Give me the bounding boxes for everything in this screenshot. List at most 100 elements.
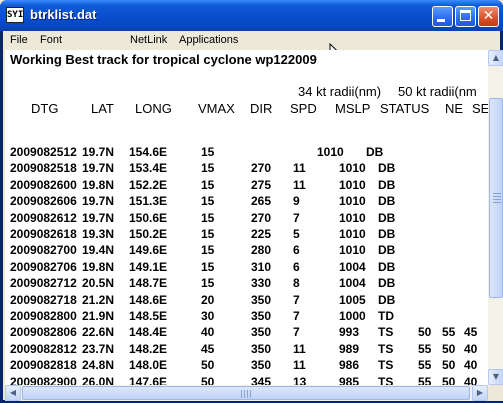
scroll-left-button[interactable]: ◀ bbox=[5, 385, 21, 401]
table-cell: 1004 bbox=[339, 276, 366, 290]
table-cell: 40 bbox=[464, 375, 478, 385]
table-cell: DB bbox=[378, 260, 396, 274]
table-cell: 5 bbox=[293, 227, 300, 241]
maximize-button[interactable] bbox=[455, 6, 476, 27]
table-cell: 986 bbox=[339, 358, 360, 372]
table-cell: 7 bbox=[293, 325, 300, 339]
scroll-up-button[interactable]: ▲ bbox=[488, 50, 503, 66]
table-cell: 19.7N bbox=[82, 145, 115, 159]
application-window: SYI btrklist.dat ✕ File Font NetLink App… bbox=[0, 0, 503, 403]
table-cell: DB bbox=[378, 211, 396, 225]
table-cell: 15 bbox=[201, 227, 215, 241]
scroll-down-button[interactable]: ▼ bbox=[488, 369, 503, 385]
text-view[interactable]: Working Best track for tropical cyclone … bbox=[5, 50, 488, 385]
table-cell: 50 bbox=[442, 358, 456, 372]
table-cell: 148.2E bbox=[129, 342, 168, 356]
table-cell: 225 bbox=[251, 227, 272, 241]
table-cell: 1010 bbox=[339, 227, 366, 241]
menu-file[interactable]: File bbox=[10, 34, 28, 46]
table-cell: 270 bbox=[251, 211, 272, 225]
table-cell: 40 bbox=[464, 358, 478, 372]
table-cell: 7 bbox=[293, 309, 300, 323]
table-cell: 1010 bbox=[339, 178, 366, 192]
vertical-scroll-thumb[interactable] bbox=[489, 98, 503, 298]
table-cell: 50 bbox=[201, 358, 215, 372]
table-cell: 6 bbox=[293, 243, 300, 257]
table-cell: 1010 bbox=[317, 145, 344, 159]
menu-font[interactable]: Font bbox=[40, 34, 62, 46]
table-cell: 149.6E bbox=[129, 243, 168, 257]
menu-applications[interactable]: Applications bbox=[179, 34, 238, 46]
table-cell: 9 bbox=[293, 194, 300, 208]
table-cell: TS bbox=[378, 342, 394, 356]
column-header: STATUS bbox=[380, 101, 430, 116]
table-cell: 40 bbox=[201, 325, 215, 339]
table-cell: 993 bbox=[339, 325, 360, 339]
menu-netlink[interactable]: NetLink bbox=[130, 34, 167, 46]
table-cell: 19.4N bbox=[82, 243, 115, 257]
scrollbar-corner bbox=[488, 385, 503, 401]
table-cell: TS bbox=[378, 358, 394, 372]
table-cell: DB bbox=[366, 145, 384, 159]
table-cell: 15 bbox=[201, 194, 215, 208]
table-cell: 280 bbox=[251, 243, 272, 257]
table-cell: 2009082712 bbox=[10, 276, 77, 290]
table-cell: 21.2N bbox=[82, 293, 115, 307]
window-title: btrklist.dat bbox=[30, 7, 97, 22]
table-cell: 15 bbox=[201, 243, 215, 257]
table-cell: 8 bbox=[293, 276, 300, 290]
table-cell: 148.0E bbox=[129, 358, 168, 372]
column-header: NE bbox=[445, 101, 464, 116]
table-cell: 989 bbox=[339, 342, 360, 356]
menu-bar: File Font NetLink Applications bbox=[3, 31, 500, 61]
table-cell: 19.8N bbox=[82, 178, 115, 192]
table-cell: 330 bbox=[251, 276, 272, 290]
radii-34kt-header: 34 kt radii(nm) bbox=[298, 84, 382, 99]
table-cell: 148.4E bbox=[129, 325, 168, 339]
title-bar[interactable]: SYI btrklist.dat ✕ bbox=[0, 0, 503, 31]
table-cell: 985 bbox=[339, 375, 360, 385]
grip-line bbox=[250, 390, 251, 398]
table-cell: 19.7N bbox=[82, 211, 115, 225]
vertical-scrollbar[interactable]: ▲ ▼ bbox=[488, 50, 503, 385]
table-cell: 2009082612 bbox=[10, 211, 77, 225]
horizontal-scrollbar[interactable]: ◀ ▶ bbox=[5, 385, 488, 401]
table-cell: 50 bbox=[442, 375, 456, 385]
maximize-icon bbox=[460, 10, 471, 21]
table-cell: 11 bbox=[293, 358, 306, 372]
table-cell: 2009082700 bbox=[10, 243, 77, 257]
close-icon: ✕ bbox=[482, 8, 495, 24]
table-cell: 2009082512 bbox=[10, 145, 77, 159]
table-cell: 1010 bbox=[339, 243, 366, 257]
table-cell: 55 bbox=[418, 342, 432, 356]
table-cell: 350 bbox=[251, 342, 272, 356]
table-cell: 15 bbox=[201, 276, 215, 290]
table-cell: 6 bbox=[293, 260, 300, 274]
table-cell: 15 bbox=[201, 178, 215, 192]
table-cell: 270 bbox=[251, 161, 272, 175]
grip-line bbox=[493, 199, 501, 200]
table-cell: DB bbox=[378, 161, 396, 175]
window-frame: File Font NetLink Applications Working B… bbox=[3, 31, 503, 401]
table-cell: 20 bbox=[201, 293, 215, 307]
table-cell: 11 bbox=[293, 342, 306, 356]
table-cell: 1004 bbox=[339, 260, 366, 274]
horizontal-scroll-thumb[interactable] bbox=[22, 386, 470, 400]
table-cell: 1010 bbox=[339, 161, 366, 175]
table-cell: 151.3E bbox=[129, 194, 168, 208]
table-cell: 15 bbox=[201, 145, 215, 159]
scroll-right-button[interactable]: ▶ bbox=[472, 385, 488, 401]
column-header: DTG bbox=[31, 101, 59, 116]
table-cell: 55 bbox=[442, 325, 456, 339]
app-icon[interactable]: SYI bbox=[6, 7, 24, 23]
table-cell: 152.2E bbox=[129, 178, 168, 192]
table-cell: 2009082718 bbox=[10, 293, 77, 307]
table-cell: 147.6E bbox=[129, 375, 168, 385]
table-cell: 2009082518 bbox=[10, 161, 77, 175]
table-cell: DB bbox=[378, 293, 396, 307]
close-button[interactable]: ✕ bbox=[478, 6, 499, 27]
table-cell: 1010 bbox=[339, 194, 366, 208]
minimize-button[interactable] bbox=[432, 6, 453, 27]
table-cell: 45 bbox=[464, 325, 478, 339]
table-cell: 50 bbox=[201, 375, 215, 385]
